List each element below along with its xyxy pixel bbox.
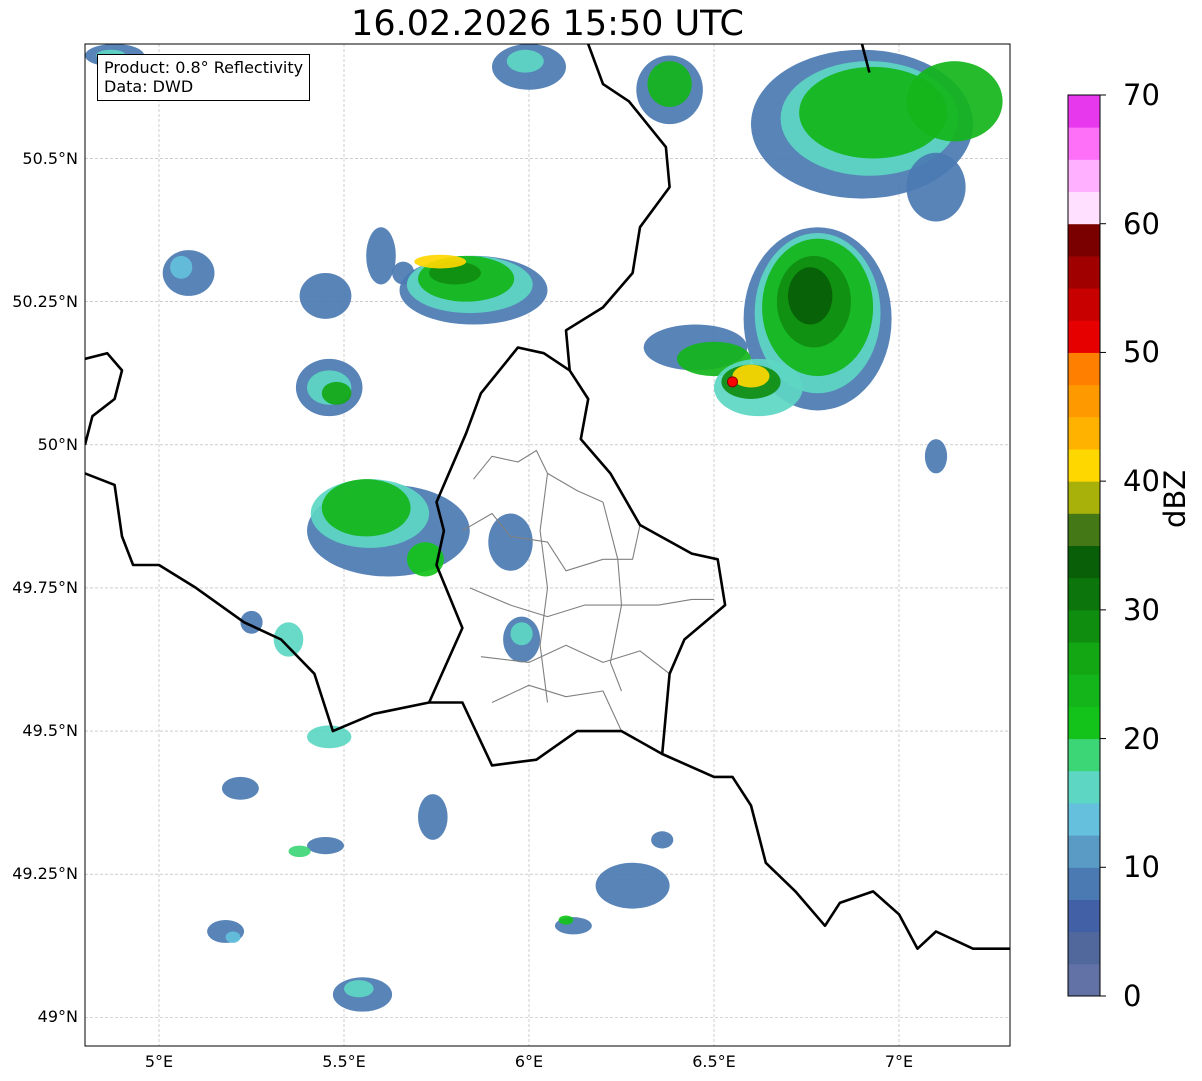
colorbar-segment [1068, 642, 1100, 675]
colorbar-unit-label: dBZ [1158, 469, 1192, 528]
radar-site-marker [727, 376, 738, 388]
colorbar-segment [1068, 95, 1100, 128]
radar-site-layer [727, 376, 738, 388]
lon-tick-label: 7°E [884, 1052, 914, 1071]
lon-tick-label: 6°E [514, 1052, 544, 1071]
colorbar-segment [1068, 352, 1100, 386]
echo-cell [307, 837, 344, 855]
colorbar-tick-label: 10 [1123, 850, 1160, 885]
lon-tick-label: 5°E [144, 1052, 174, 1071]
colorbar-tick-label: 30 [1123, 592, 1160, 627]
colorbar-segment [1068, 867, 1100, 900]
info-box: Product: 0.8° Reflectivity Data: DWD [97, 54, 311, 101]
colorbar-segment [1068, 159, 1100, 193]
colorbar-segment [1068, 963, 1100, 997]
colorbar-segment [1068, 416, 1100, 450]
lat-tick-label: 49.5°N [22, 721, 78, 741]
colorbar-tick-label: 60 [1123, 206, 1160, 241]
echo-cell [414, 254, 467, 269]
lat-tick-label: 50.25°N [12, 291, 78, 311]
echo-cell [221, 776, 259, 800]
lat-tick-label: 49°N [37, 1007, 78, 1027]
colorbar-segment [1068, 481, 1100, 514]
echo-cell [510, 622, 533, 646]
colorbar-segment [1068, 577, 1100, 611]
echo-cell [299, 273, 352, 319]
colorbar-tick-label: 0 [1123, 979, 1142, 1013]
colorbar-segment [1068, 320, 1100, 353]
echo-cell [225, 931, 241, 943]
echo-cell [288, 845, 311, 858]
colorbar-tick-label: 70 [1123, 78, 1160, 112]
colorbar-segment [1068, 899, 1100, 933]
echo-cell [170, 255, 193, 279]
echo-cell [506, 49, 544, 73]
lat-tick-label: 49.25°N [12, 864, 78, 884]
echo-cell [788, 267, 833, 325]
echo-cell [488, 513, 533, 571]
echo-cell [307, 725, 352, 749]
colorbar-segment [1068, 770, 1100, 804]
colorbar-segment [1068, 706, 1100, 740]
colorbar-segment [1068, 448, 1100, 482]
colorbar-segment [1068, 223, 1100, 257]
product-label: Product: 0.8° Reflectivity [104, 58, 304, 77]
colorbar-tick-label: 40 [1123, 464, 1160, 499]
colorbar-segment [1068, 288, 1100, 321]
colorbar-segment [1068, 127, 1100, 160]
echo-cell [366, 227, 396, 285]
colorbar-segment [1068, 835, 1100, 868]
radar-map [84, 43, 1106, 1047]
lat-tick-label: 50.5°N [22, 148, 78, 168]
colorbar-segment [1068, 545, 1100, 579]
lon-tick-label: 5.5°E [322, 1052, 366, 1071]
echo-cell [906, 152, 966, 222]
colorbar-segment [1068, 738, 1100, 772]
echo-cell [906, 61, 1003, 142]
echo-cell [647, 61, 692, 107]
echo-cell [924, 439, 948, 474]
colorbar-segment [1068, 802, 1100, 836]
colorbar-segment [1068, 384, 1100, 418]
echo-cell [651, 831, 674, 849]
data-source-label: Data: DWD [104, 77, 194, 96]
lat-tick-label: 49.75°N [12, 577, 78, 597]
colorbar [1067, 94, 1106, 997]
echo-cell [558, 915, 574, 925]
colorbar-segment [1068, 255, 1100, 289]
colorbar-segment [1068, 674, 1100, 707]
lat-tick-label: 50°N [37, 434, 78, 454]
echo-cell [321, 479, 411, 537]
echo-cell [732, 364, 770, 388]
colorbar-segment [1068, 609, 1100, 643]
echo-cell [321, 381, 352, 405]
colorbar-tick-label: 20 [1123, 721, 1160, 756]
colorbar-segment [1068, 513, 1100, 546]
colorbar-segment [1068, 931, 1100, 965]
colorbar-segment [1068, 191, 1100, 225]
colorbar-tick-label: 50 [1123, 335, 1160, 370]
lon-tick-label: 6.5°E [692, 1052, 736, 1071]
echo-cell [595, 862, 670, 909]
echo-cell [344, 980, 374, 998]
echo-cell [418, 794, 448, 840]
